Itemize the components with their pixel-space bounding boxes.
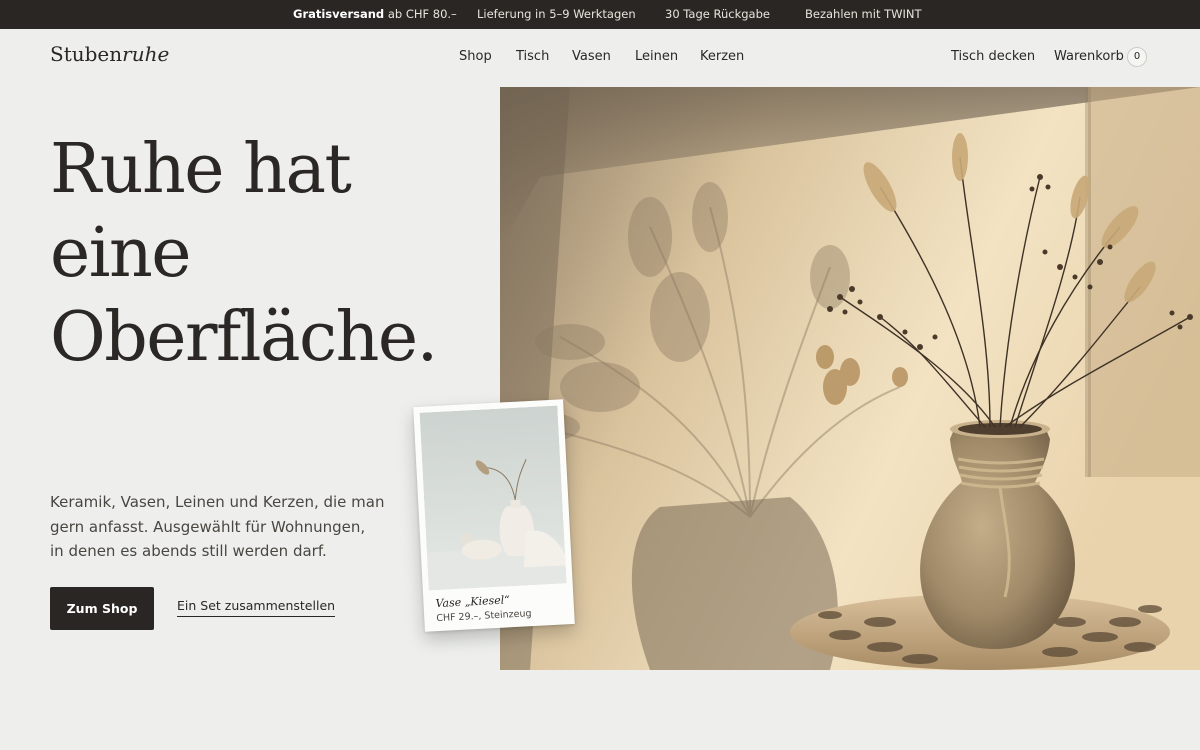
headline-line: Ruhe hat: [50, 130, 352, 209]
shipping-threshold-text: ab CHF 80.–: [387, 7, 457, 21]
vase-photo-illustration: [419, 405, 567, 591]
logo-main: Stuben: [50, 42, 123, 66]
product-price-material: CHF 29.–, Steinzeug: [436, 608, 532, 625]
nav-tisch[interactable]: Tisch: [516, 49, 549, 64]
hero-description: Keramik, Vasen, Leinen und Kerzen, die m…: [50, 490, 390, 564]
headline-line: eine: [50, 214, 192, 293]
product-polaroid-card[interactable]: Vase „Kiesel“ CHF 29.–, Steinzeug: [413, 399, 575, 632]
shipping-bold-text: Gratisversand: [293, 7, 385, 21]
announcement-bar: Gratisversand ab CHF 80.– Lieferung in 5…: [0, 0, 1200, 29]
nav-vasen[interactable]: Vasen: [572, 49, 611, 64]
announcement-payment: Bezahlen mit TWINT: [805, 7, 922, 21]
description-line: in denen es abends still werden darf.: [50, 542, 327, 560]
announcement-shipping: Gratisversand ab CHF 80.–: [293, 7, 457, 21]
announcement-returns: 30 Tage Rückgabe: [665, 7, 770, 21]
nav-leinen[interactable]: Leinen: [635, 49, 678, 64]
hero-headline: Ruhe hat eine Oberfläche.: [50, 128, 490, 380]
compose-set-link[interactable]: Ein Set zusammenstellen: [177, 598, 336, 617]
shop-button[interactable]: Zum Shop: [50, 587, 154, 630]
headline-line: Oberfläche.: [50, 298, 438, 377]
logo[interactable]: Stubenruhe: [50, 42, 169, 66]
nav-kerzen[interactable]: Kerzen: [700, 49, 744, 64]
product-title: Vase „Kiesel“: [435, 593, 511, 611]
cart-count-badge[interactable]: 0: [1127, 47, 1147, 67]
nav-shop[interactable]: Shop: [459, 49, 492, 64]
set-table-link[interactable]: Tisch decken: [951, 49, 1035, 64]
logo-italic: ruhe: [122, 42, 170, 66]
hero-photo-illustration: [500, 87, 1200, 670]
hero-image: [500, 87, 1200, 670]
announcement-delivery: Lieferung in 5–9 Werktagen: [477, 7, 636, 21]
description-line: gern anfasst. Ausgewählt für Wohnungen,: [50, 517, 366, 536]
product-photo: [419, 405, 567, 591]
cart-link[interactable]: Warenkorb: [1054, 49, 1124, 64]
description-line: Keramik, Vasen, Leinen und Kerzen, die m…: [50, 493, 385, 511]
